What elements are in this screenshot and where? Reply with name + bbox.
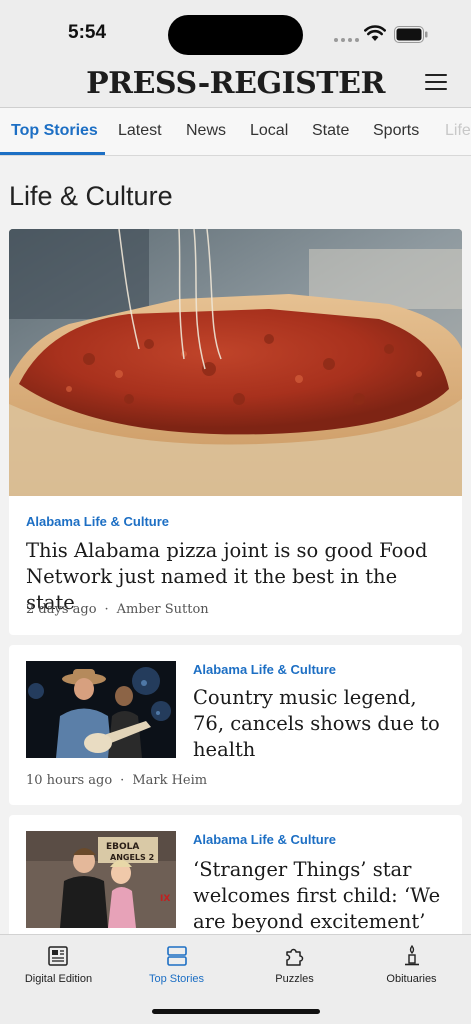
active-tab-indicator <box>0 152 105 155</box>
battery-icon <box>394 26 428 43</box>
nav-top-stories[interactable]: Top Stories <box>118 945 235 985</box>
tab-news[interactable]: News <box>186 122 226 140</box>
stack-icon <box>166 946 187 966</box>
wifi-icon <box>364 25 386 41</box>
article-kicker[interactable]: Alabama Life & Culture <box>26 514 169 529</box>
masthead: PRESS-REGISTER <box>0 62 471 108</box>
brand-logo[interactable]: PRESS-REGISTER <box>0 66 471 101</box>
section-title: Life & Culture <box>9 181 173 211</box>
article-meta: 2 days ago · Amber Sutton <box>26 602 209 617</box>
puzzle-icon <box>285 948 303 966</box>
nav-obituaries[interactable]: Obituaries <box>353 945 470 985</box>
article-headline[interactable]: ‘Stranger Things’ star welcomes first ch… <box>193 857 455 935</box>
article-card[interactable]: Alabama Life & Culture Country music leg… <box>9 645 462 805</box>
status-time: 5:54 <box>68 22 107 43</box>
status-bar: 5:54 <box>0 0 471 62</box>
newspaper-icon <box>47 946 68 966</box>
article-kicker[interactable]: Alabama Life & Culture <box>193 662 336 677</box>
poster-text: IX <box>160 894 170 904</box>
tab-local[interactable]: Local <box>250 122 288 140</box>
poster-text: EBOLA <box>106 842 139 852</box>
article-headline[interactable]: Country music legend, 76, cancels shows … <box>193 685 451 763</box>
article-card-hero[interactable]: Alabama Life & Culture This Alabama pizz… <box>9 229 462 635</box>
nav-label: Puzzles <box>275 973 314 985</box>
dynamic-island <box>168 15 303 55</box>
hamburger-menu-icon[interactable] <box>425 74 447 92</box>
tab-sports[interactable]: Sports <box>373 122 419 140</box>
home-indicator[interactable] <box>152 1009 320 1014</box>
poster-text: ANGELS 2 <box>110 853 154 862</box>
country-singer-photo <box>26 661 176 758</box>
article-age: 10 hours ago <box>26 773 113 788</box>
nav-puzzles[interactable]: Puzzles <box>236 945 353 985</box>
article-age: 2 days ago <box>26 602 97 617</box>
candle-icon <box>404 945 419 966</box>
article-meta: 10 hours ago · Mark Heim <box>26 773 208 788</box>
article-author: Amber Sutton <box>116 602 209 617</box>
cellular-signal-icon <box>334 38 359 42</box>
tab-latest[interactable]: Latest <box>118 122 162 140</box>
tab-state[interactable]: State <box>312 122 349 140</box>
section-tabs: Top Stories Latest News Local State Spor… <box>0 108 471 156</box>
nav-label: Obituaries <box>386 973 437 985</box>
tab-top-stories[interactable]: Top Stories <box>11 122 98 140</box>
nav-label: Top Stories <box>148 973 205 985</box>
pizza-photo <box>9 229 462 496</box>
article-author: Mark Heim <box>132 773 208 788</box>
article-kicker[interactable]: Alabama Life & Culture <box>193 832 336 847</box>
couple-photo: EBOLA ANGELS 2 IX <box>26 831 176 928</box>
nav-digital-edition[interactable]: Digital Edition <box>0 945 117 985</box>
tab-life[interactable]: Life <box>445 122 471 140</box>
nav-label: Digital Edition <box>24 973 93 985</box>
